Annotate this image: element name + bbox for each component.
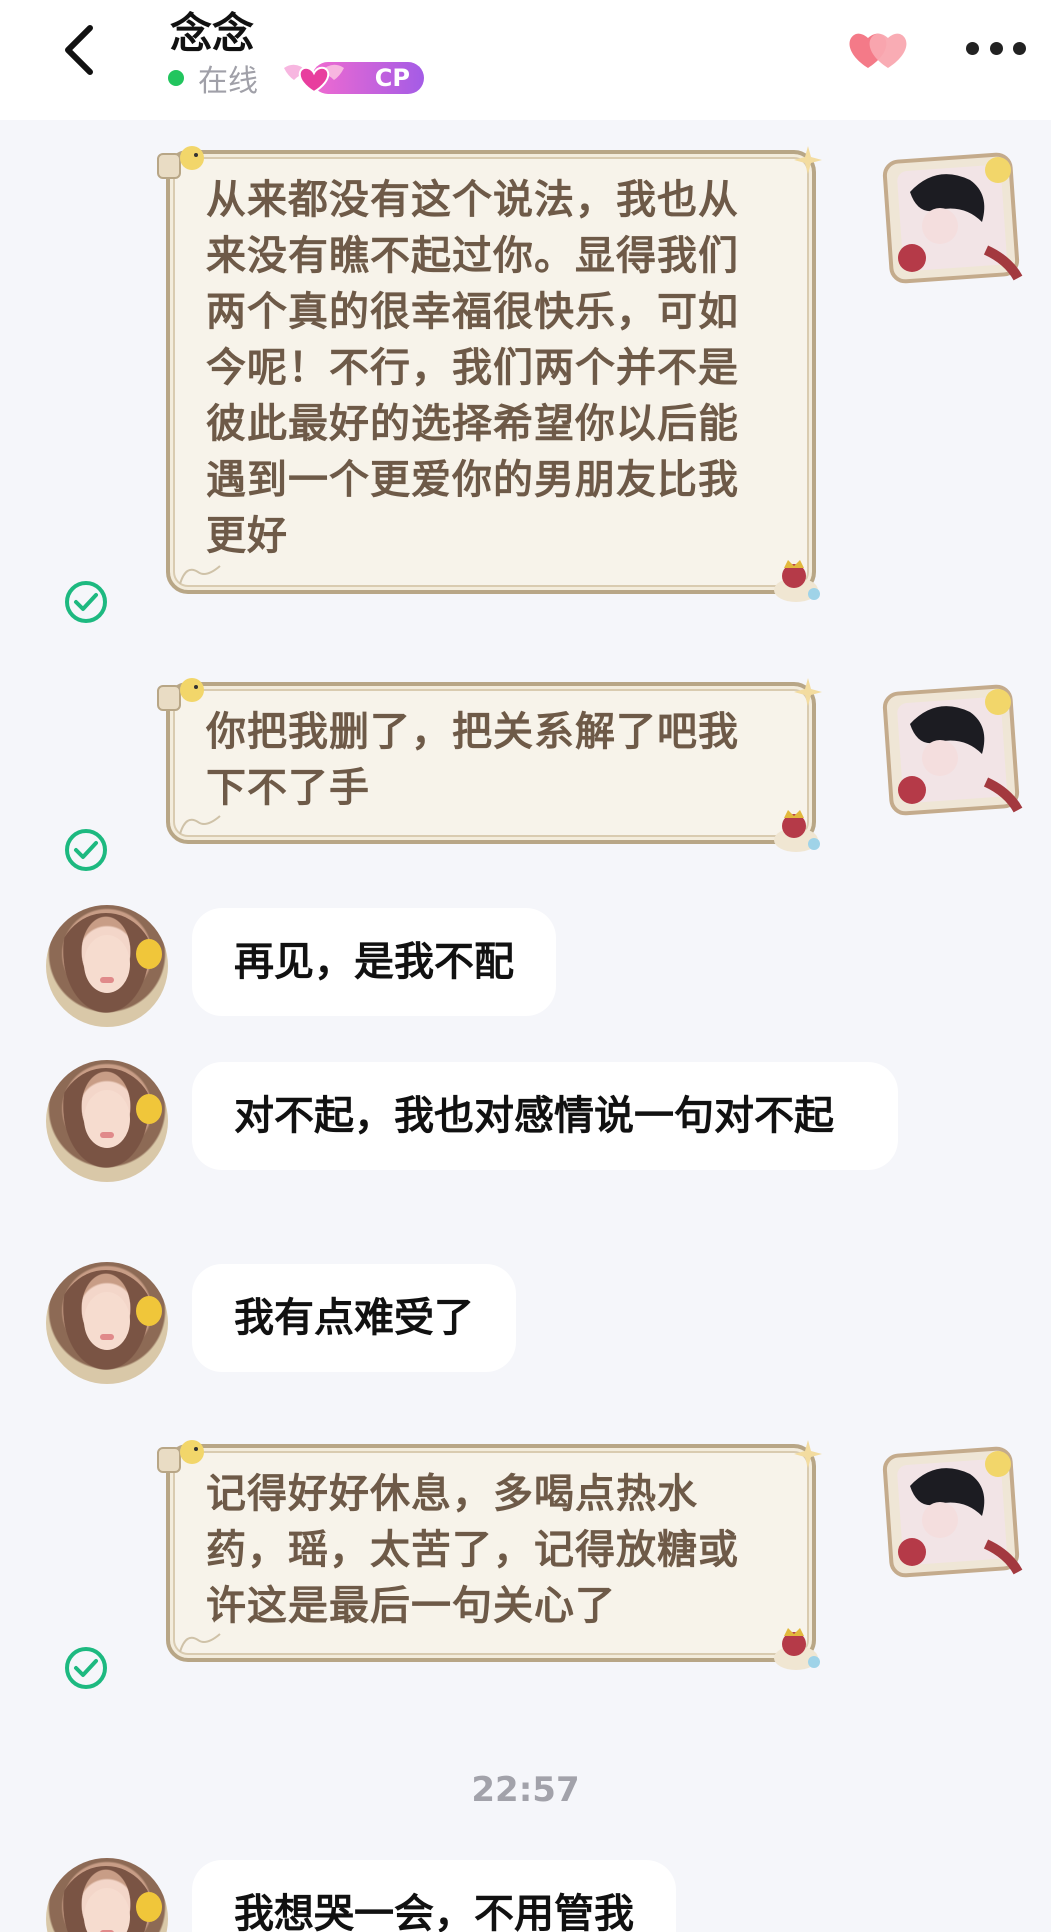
incoming-message-bubble[interactable]: 我有点难受了 [192,1264,516,1372]
chat-screen: 念念 在线 CP 从来都没有这个说法，我也从来没有瞧不起过你。显得我们两个真的很… [0,0,1051,1932]
bird-ornament-icon [157,678,204,711]
read-check-icon [65,1647,107,1689]
flourish-icon [179,815,221,835]
outgoing-message-bubble[interactable]: 你把我删了，把关系解了吧我下不了手 [157,678,822,852]
chevron-left-icon [65,25,93,75]
sparkle-icon [794,1440,822,1468]
message-text: 对不起，我也对感情说一句对不起 [234,1093,834,1139]
contact-avatar[interactable] [46,1262,168,1384]
more-options-button[interactable] [966,34,1026,62]
cp-badge[interactable]: CP [278,58,426,98]
sparkle-icon [794,146,822,174]
outgoing-message-bubble[interactable]: 从来都没有这个说法，我也从来没有瞧不起过你。显得我们两个真的很幸福很快乐，可如今… [157,146,822,602]
cp-hearts-button[interactable] [840,22,916,78]
read-check-icon [65,581,107,623]
incoming-message-bubble[interactable]: 再见，是我不配 [192,908,556,1016]
self-avatar[interactable] [878,672,1028,822]
incoming-message-bubble[interactable]: 对不起，我也对感情说一句对不起 [192,1062,898,1170]
chat-header: 念念 在线 CP [0,0,1051,120]
flourish-icon [179,1633,221,1653]
bird-ornament-icon [157,146,204,179]
timestamp: 22:57 [471,1770,580,1810]
message-text: 你把我删了，把关系解了吧我下不了手 [206,709,739,811]
winged-heart-icon [284,64,344,94]
read-check-icon [65,829,107,871]
back-button[interactable] [52,20,112,80]
bird-ornament-icon [157,1440,204,1473]
flourish-icon [179,565,221,585]
incoming-message-bubble[interactable]: 我想哭一会，不用管我 [192,1860,676,1932]
treasure-ornament-icon [774,560,820,602]
outgoing-message-bubble[interactable]: 记得好好休息，多喝点热水药，瑶，太苦了，记得放糖或许这是最后一句关心了 [157,1440,822,1670]
message-text: 我想哭一会，不用管我 [234,1891,634,1932]
dot-icon [966,41,979,55]
contact-avatar[interactable] [46,1060,168,1182]
message-text: 我有点难受了 [234,1295,474,1341]
online-dot-icon [168,70,184,86]
sparkle-icon [794,678,822,706]
contact-name: 念念 [170,9,255,58]
contact-avatar[interactable] [46,1858,168,1932]
treasure-ornament-icon [774,810,820,852]
message-text: 再见，是我不配 [234,939,514,985]
double-heart-icon [849,33,907,68]
message-text: 记得好好休息，多喝点热水药，瑶，太苦了，记得放糖或许这是最后一句关心了 [206,1471,739,1629]
online-status: 在线 [198,64,258,99]
dot-icon [1013,41,1026,55]
status-row: 在线 CP [168,58,426,99]
self-avatar[interactable] [878,140,1028,290]
dot-icon [989,41,1003,55]
contact-avatar[interactable] [46,905,168,1027]
message-text: 从来都没有这个说法，我也从来没有瞧不起过你。显得我们两个真的很幸福很快乐，可如今… [206,177,739,559]
treasure-ornament-icon [774,1628,820,1670]
self-avatar[interactable] [878,1434,1028,1584]
